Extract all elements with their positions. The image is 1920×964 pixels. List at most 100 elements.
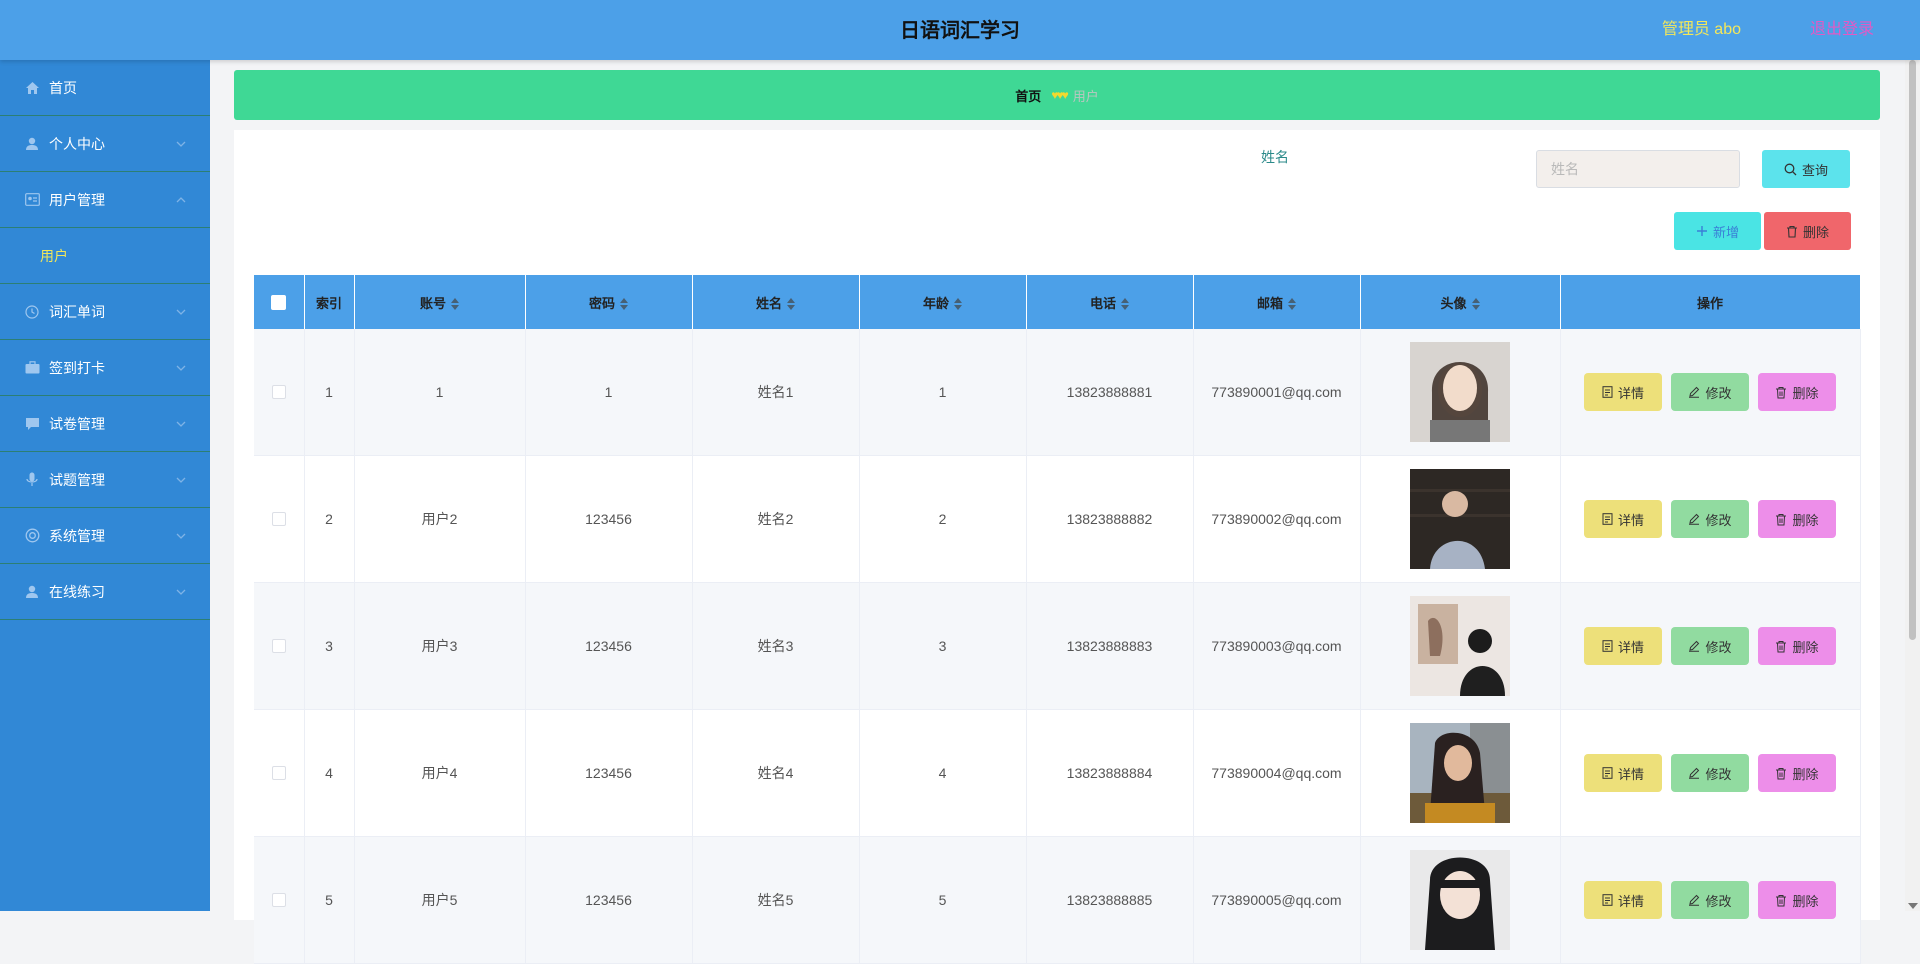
sidebar: 首页 个人中心 用户管理 用户 词汇单词 签到打卡 试卷管理 试题管理 系统管理…	[0, 60, 210, 911]
sidebar-item-label: 首页	[49, 79, 77, 96]
sidebar-item-vocabulary[interactable]: 词汇单词	[0, 284, 210, 340]
header-avatar[interactable]: 头像	[1360, 275, 1561, 329]
edit-button-label: 修改	[1705, 512, 1732, 528]
header-ops: 操作	[1560, 275, 1861, 329]
detail-button[interactable]: 详情	[1584, 373, 1662, 411]
chevron-down-icon	[176, 365, 186, 371]
edit-button-label: 修改	[1705, 639, 1732, 655]
chevron-down-icon	[176, 309, 186, 315]
cell-password: 1	[525, 329, 693, 456]
sidebar-item-checkin[interactable]: 签到打卡	[0, 340, 210, 396]
detail-button[interactable]: 详情	[1584, 881, 1662, 919]
delete-button[interactable]: 删除	[1758, 373, 1836, 411]
sidebar-item-question-management[interactable]: 试题管理	[0, 452, 210, 508]
sidebar-item-system-management[interactable]: 系统管理	[0, 508, 210, 564]
row-checkbox[interactable]	[271, 766, 286, 780]
batch-delete-button[interactable]: 删除	[1764, 212, 1851, 250]
breadcrumb-home[interactable]: 首页	[1015, 86, 1041, 105]
chevron-down-icon	[176, 141, 186, 147]
delete-button-label: 删除	[1792, 893, 1819, 909]
sidebar-item-label: 系统管理	[49, 527, 105, 544]
sidebar-subitem-users[interactable]: 用户	[0, 228, 210, 284]
header-account-label: 账号	[419, 295, 446, 311]
header-password[interactable]: 密码	[525, 275, 693, 329]
sidebar-item-label: 词汇单词	[49, 303, 105, 320]
detail-button[interactable]: 详情	[1584, 627, 1662, 665]
edit-button[interactable]: 修改	[1671, 627, 1749, 665]
add-button[interactable]: 新增	[1674, 212, 1761, 250]
document-icon	[1602, 767, 1613, 779]
detail-button[interactable]: 详情	[1584, 754, 1662, 792]
sidebar-item-home[interactable]: 首页	[0, 60, 210, 116]
row-checkbox[interactable]	[271, 639, 286, 653]
avatar-image[interactable]	[1410, 469, 1510, 569]
sort-icon[interactable]	[954, 298, 962, 311]
delete-button-label: 删除	[1792, 639, 1819, 655]
breadcrumb: 首页 ♥♥♥ 用户	[234, 70, 1880, 120]
detail-button-label: 详情	[1617, 766, 1644, 782]
cell-age: 1	[859, 329, 1027, 456]
mic-icon	[24, 472, 40, 488]
table-row: 1 1 1 姓名1 1 13823888881 773890001@qq.com…	[254, 329, 1861, 456]
avatar-image[interactable]	[1410, 596, 1510, 696]
cell-ops: 详情 修改 删除	[1560, 582, 1861, 710]
delete-button[interactable]: 删除	[1758, 881, 1836, 919]
add-button-label: 新增	[1712, 224, 1739, 240]
table-header-row: 索引 账号 密码 姓名 年龄 电话 邮箱 头像 操作	[254, 275, 1861, 329]
row-checkbox[interactable]	[271, 385, 286, 399]
sort-icon[interactable]	[620, 298, 628, 311]
table-row: 4 用户4 123456 姓名4 4 13823888884 773890004…	[254, 709, 1861, 837]
cell-account: 用户2	[354, 455, 526, 583]
avatar-image[interactable]	[1410, 723, 1510, 823]
sidebar-item-personal-center[interactable]: 个人中心	[0, 116, 210, 172]
cell-name: 姓名1	[692, 329, 860, 456]
header-phone[interactable]: 电话	[1026, 275, 1194, 329]
header-phone-label: 电话	[1089, 295, 1116, 311]
header-password-label: 密码	[588, 295, 615, 311]
search-button[interactable]: 查询	[1762, 150, 1850, 188]
sidebar-item-exam-management[interactable]: 试卷管理	[0, 396, 210, 452]
logout-link[interactable]: 退出登录	[1810, 0, 1874, 60]
cell-phone: 13823888884	[1026, 709, 1194, 837]
select-all-checkbox[interactable]	[271, 294, 287, 310]
page-scrollbar[interactable]	[1905, 60, 1920, 911]
header-ops-label: 操作	[1696, 295, 1723, 311]
cell-email: 773890004@qq.com	[1193, 709, 1361, 837]
scroll-down-arrow-icon[interactable]	[1908, 903, 1918, 909]
sort-icon[interactable]	[1471, 298, 1480, 311]
detail-button[interactable]: 详情	[1584, 500, 1662, 538]
sort-icon[interactable]	[1288, 298, 1296, 311]
sidebar-item-label: 试题管理	[49, 471, 105, 488]
header-email[interactable]: 邮箱	[1193, 275, 1361, 329]
scrollbar-thumb[interactable]	[1909, 60, 1916, 640]
edit-button[interactable]: 修改	[1671, 754, 1749, 792]
edit-button[interactable]: 修改	[1671, 373, 1749, 411]
pencil-icon	[1689, 640, 1700, 652]
row-checkbox[interactable]	[271, 893, 286, 907]
edit-button[interactable]: 修改	[1671, 500, 1749, 538]
header-name[interactable]: 姓名	[692, 275, 860, 329]
header-age[interactable]: 年龄	[859, 275, 1027, 329]
cell-ops: 详情 修改 删除	[1560, 709, 1861, 837]
avatar-image[interactable]	[1410, 342, 1510, 442]
avatar-image[interactable]	[1410, 850, 1510, 950]
edit-button[interactable]: 修改	[1671, 881, 1749, 919]
cell-age: 2	[859, 455, 1027, 583]
sort-icon[interactable]	[1121, 298, 1129, 311]
sort-icon[interactable]	[787, 298, 795, 311]
sort-icon[interactable]	[451, 298, 459, 311]
cell-account: 用户3	[354, 582, 526, 710]
table-row: 2 用户2 123456 姓名2 2 13823888882 773890002…	[254, 455, 1861, 583]
search-input[interactable]	[1536, 150, 1740, 188]
delete-button[interactable]: 删除	[1758, 754, 1836, 792]
admin-label: 管理员 abo	[1661, 21, 1741, 38]
header-account[interactable]: 账号	[354, 275, 526, 329]
sidebar-item-online-practice[interactable]: 在线练习	[0, 564, 210, 620]
row-checkbox[interactable]	[271, 512, 286, 526]
cell-name: 姓名5	[692, 836, 860, 964]
sidebar-item-user-management[interactable]: 用户管理	[0, 172, 210, 228]
search-label: 姓名	[1261, 149, 1289, 165]
briefcase-icon	[24, 360, 40, 376]
delete-button[interactable]: 删除	[1758, 500, 1836, 538]
delete-button[interactable]: 删除	[1758, 627, 1836, 665]
